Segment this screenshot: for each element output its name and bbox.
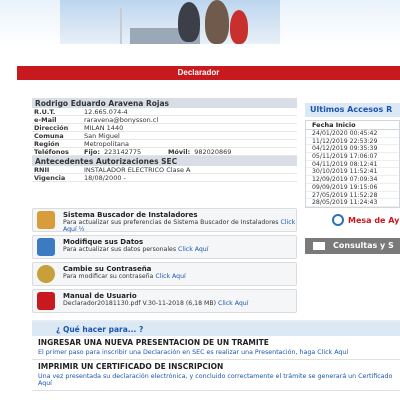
pdf-icon	[37, 292, 55, 310]
profile-row-rut: R.U.T. 12.665.074-4	[32, 108, 297, 116]
accesos-col-header: Fecha Inicio	[306, 121, 399, 130]
card-buscador[interactable]: Sistema Buscador de Instaladores Para ac…	[32, 208, 297, 233]
installer-icon	[37, 211, 55, 229]
banner-person-3	[230, 10, 248, 44]
accesos-table: Fecha Inicio 24/01/2020 00:45:42 11/12/2…	[305, 120, 400, 208]
table-row: 12/09/2019 07:09:34	[306, 176, 399, 184]
card-contrasena[interactable]: Cambie su Contraseña Para modificar su c…	[32, 262, 297, 286]
que-hacer-link-2[interactable]: Aquí	[38, 380, 52, 387]
header-banner	[0, 0, 400, 46]
accesos-title: Ultimos Accesos R	[305, 103, 400, 117]
banner-person-2	[205, 0, 229, 44]
profile-row-comuna: Comuna San Miguel	[32, 132, 297, 140]
que-hacer-list: INGRESAR UNA NUEVA PRESENTACION DE UN TR…	[32, 336, 400, 400]
card-contrasena-link[interactable]: Click Aquí	[155, 273, 185, 280]
profile-row-region: Región Metropolitana	[32, 140, 297, 148]
page-title: Declarador	[177, 68, 220, 77]
profile-row-email: e-Mail raravena@bonysson.cl	[32, 116, 297, 124]
card-manual-link[interactable]: Click Aquí	[218, 300, 248, 307]
sec-row-rnii: RNII INSTALADOR ELECTRICO Clase A	[32, 166, 297, 174]
table-row: 04/12/2019 09:35:39	[306, 145, 399, 154]
table-row: 11/12/2019 22:53:29	[306, 138, 399, 146]
page-title-bar: Declarador	[17, 66, 400, 80]
table-row: 24/01/2020 00:45:42	[306, 130, 399, 138]
card-manual[interactable]: Manual de Usuario Declarador20181130.pdf…	[32, 289, 297, 313]
que-hacer-link-1[interactable]: Click Aquí	[317, 349, 348, 356]
sec-title: Antecedentes Autorizaciones SEC	[32, 156, 297, 166]
profile-row-direccion: Dirección MILAN 1440	[32, 124, 297, 132]
list-item[interactable]: INGRESAR UNA NUEVA PRESENTACION DE UN TR…	[32, 336, 400, 360]
action-cards: Sistema Buscador de Instaladores Para ac…	[32, 208, 297, 316]
edit-user-icon	[37, 238, 55, 256]
table-row: 30/10/2019 11:52:41	[306, 168, 399, 177]
table-row: 27/05/2019 11:52:28	[306, 192, 399, 200]
profile-row-telefonos: Teléfonos Fijo: 223142775 Móvil: 9820208…	[32, 148, 297, 156]
banner-person-1	[178, 2, 200, 42]
accesos-panel: Ultimos Accesos R Fecha Inicio 24/01/202…	[305, 103, 400, 208]
table-row: 04/11/2019 08:12:41	[306, 161, 399, 169]
key-icon	[37, 265, 55, 283]
sec-row-vigencia: Vigencia 18/08/2000 -	[32, 174, 297, 182]
mesa-ayuda-link[interactable]: Mesa de Ay	[332, 213, 399, 227]
list-item[interactable]: IMPRIMIR UN CERTIFICADO DE INSCRIPCION U…	[32, 360, 400, 391]
table-row: 05/11/2019 17:06:07	[306, 153, 399, 161]
card-modifique-link[interactable]: Click Aquí	[178, 246, 208, 253]
consultas-button[interactable]: Consultas y S	[305, 238, 400, 254]
wind-turbine-image	[120, 8, 122, 44]
profile-panel: Rodrigo Eduardo Aravena Rojas R.U.T. 12.6…	[32, 98, 297, 182]
card-modifique[interactable]: Modifique sus Datos Para actualizar sus …	[32, 235, 297, 259]
table-row: 09/09/2019 19:15:06	[306, 184, 399, 192]
table-row: 28/05/2019 11:24:43	[306, 199, 399, 207]
que-hacer-header: ¿ Qué hacer para... ?	[32, 320, 400, 336]
profile-name: Rodrigo Eduardo Aravena Rojas	[32, 98, 297, 108]
envelope-icon	[313, 242, 325, 250]
phone-icon	[332, 214, 344, 226]
